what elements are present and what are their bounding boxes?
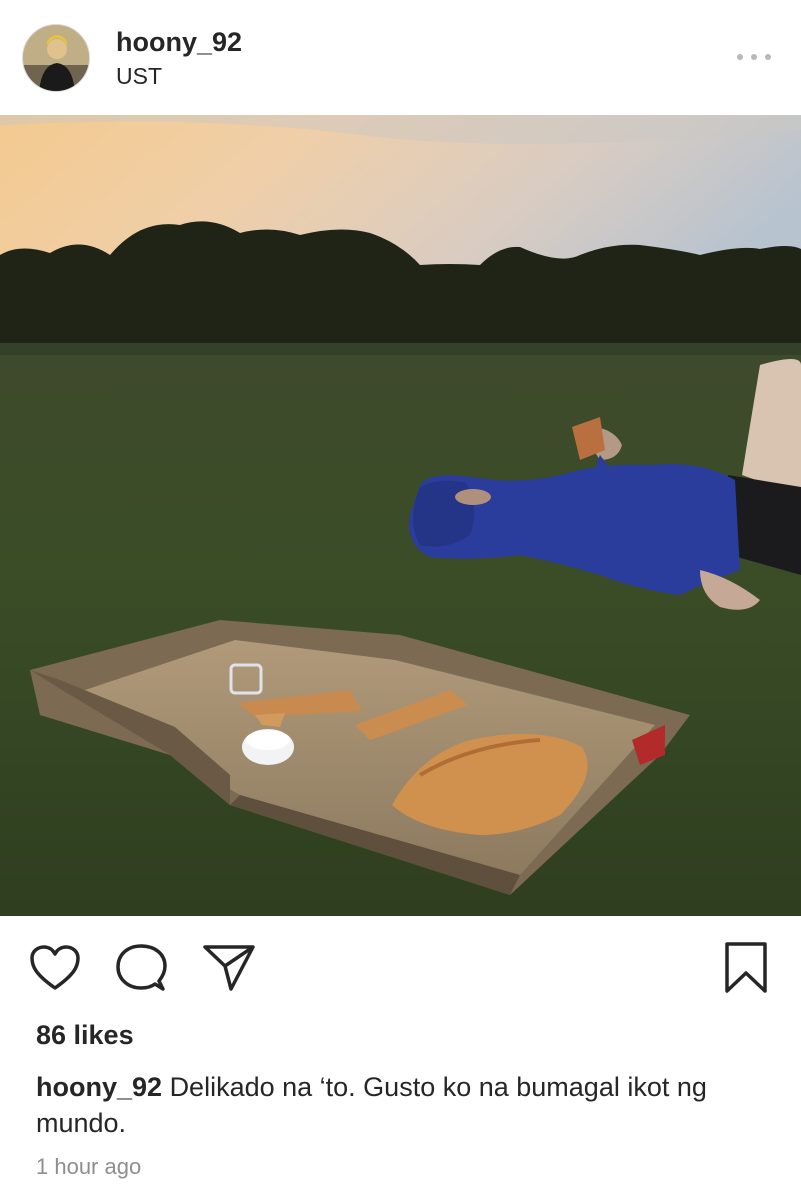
more-options-icon[interactable]: [737, 44, 771, 70]
dot: [737, 54, 743, 60]
likes-count[interactable]: 86 likes: [36, 1020, 134, 1051]
caption: hoony_92 Delikado na ‘to. Gusto ko na bu…: [36, 1069, 776, 1141]
heart-icon[interactable]: [27, 940, 83, 996]
bookmark-icon[interactable]: [718, 940, 774, 996]
timestamp: 1 hour ago: [36, 1154, 142, 1179]
comment-icon[interactable]: [113, 940, 169, 996]
caption-username[interactable]: hoony_92: [36, 1072, 162, 1102]
location[interactable]: UST: [116, 63, 162, 90]
avatar[interactable]: [22, 24, 90, 92]
share-icon[interactable]: [201, 940, 257, 996]
post-header: hoony_92 UST: [0, 0, 801, 115]
post-photo[interactable]: [0, 115, 801, 916]
username[interactable]: hoony_92: [116, 27, 242, 58]
dot: [765, 54, 771, 60]
dot: [751, 54, 757, 60]
